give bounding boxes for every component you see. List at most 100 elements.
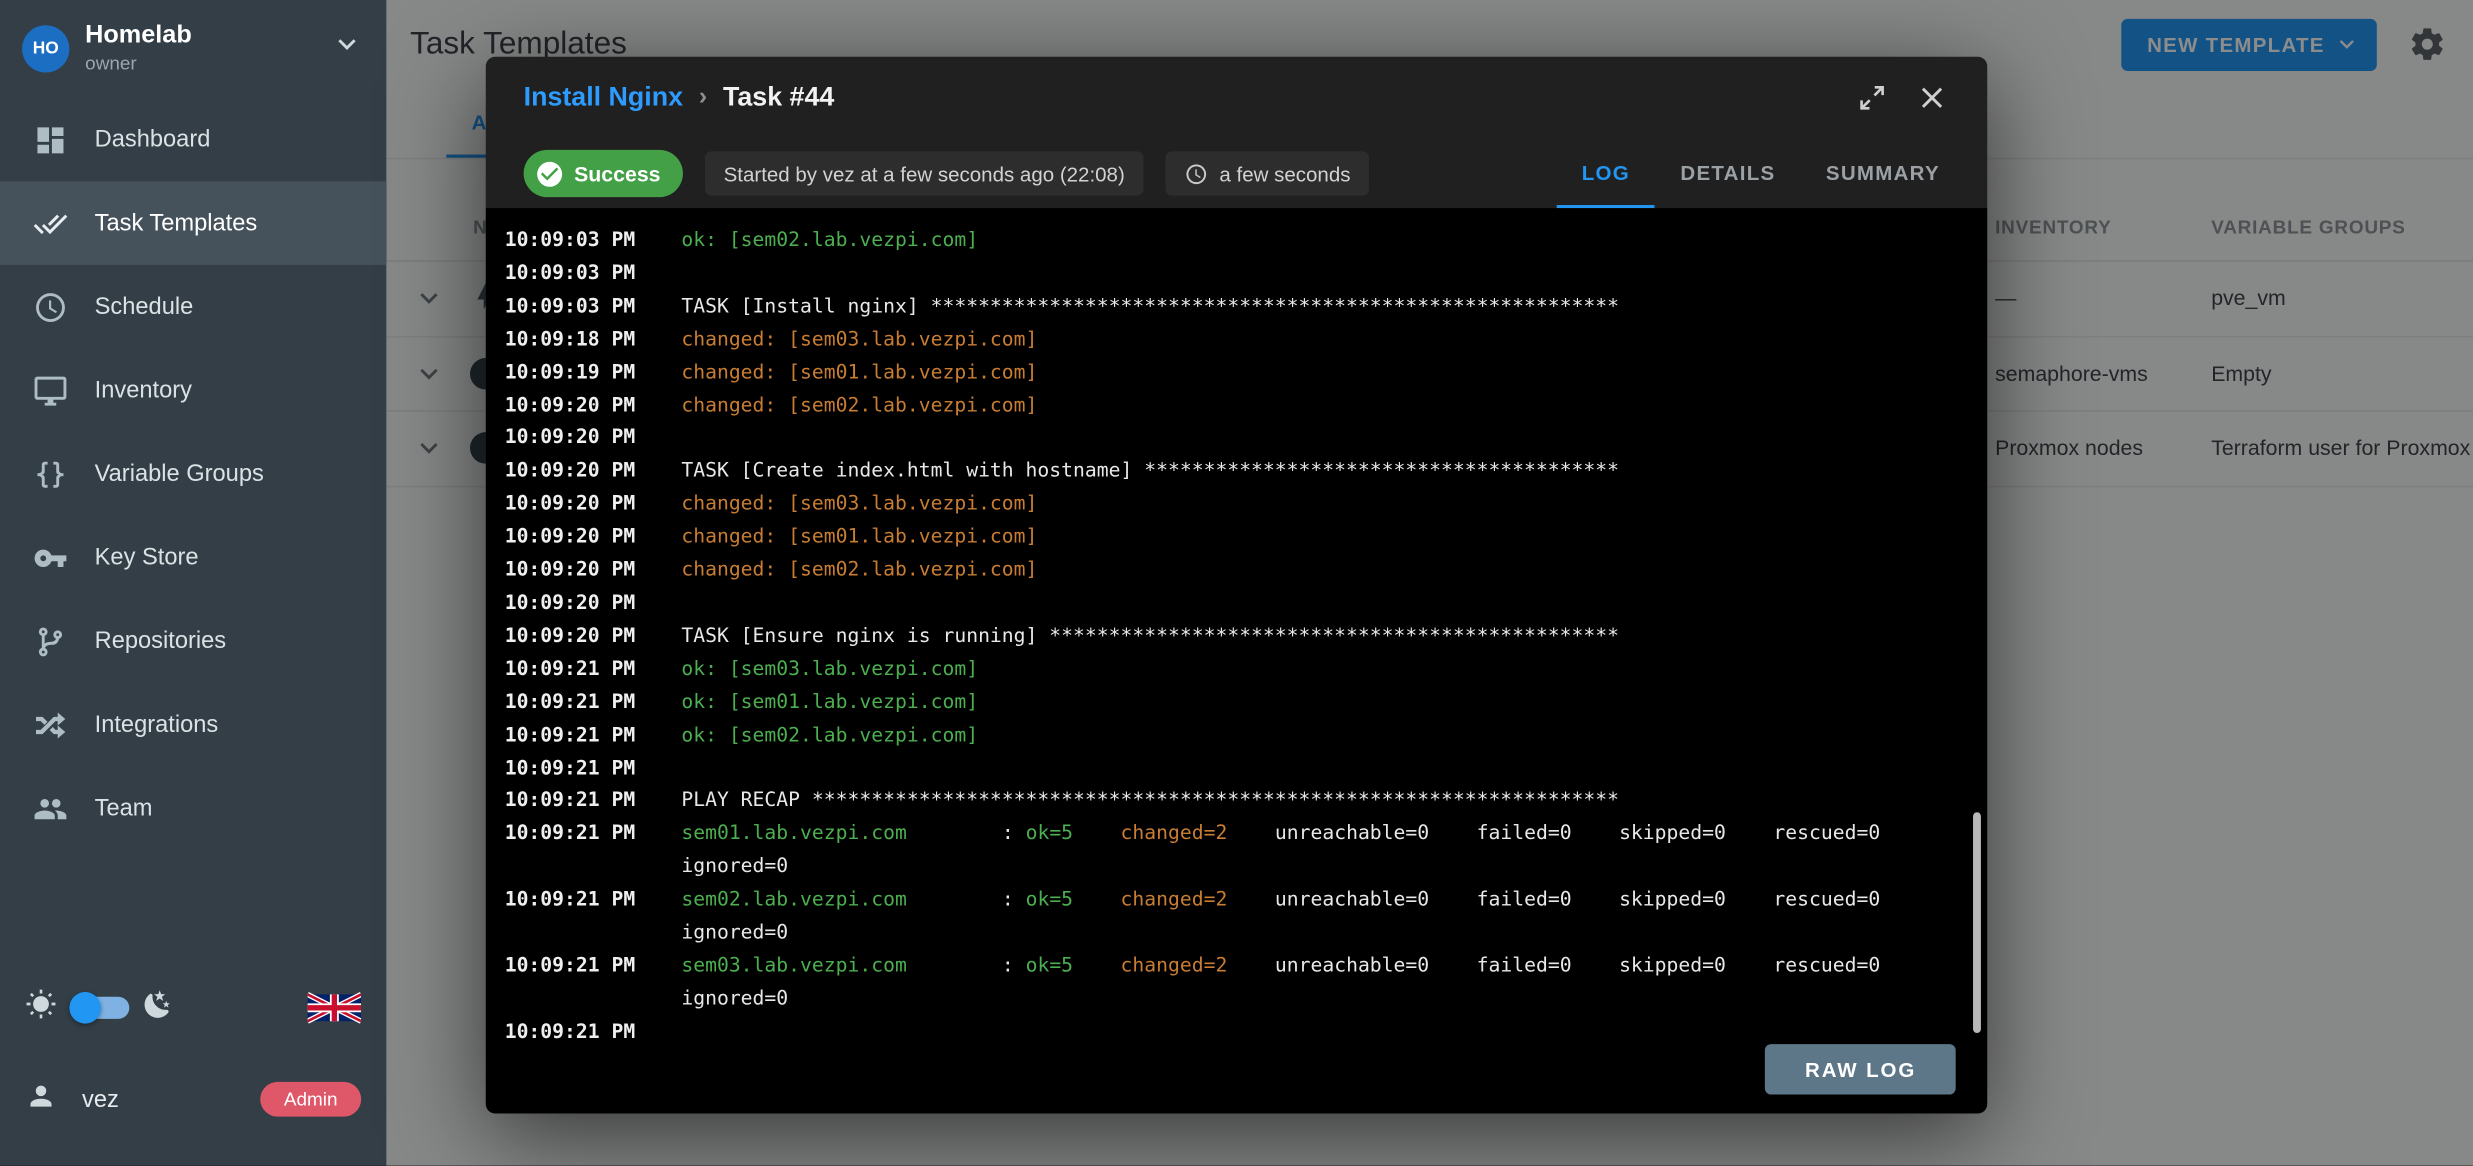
expand-button[interactable] xyxy=(1842,68,1902,128)
close-icon xyxy=(1915,80,1950,115)
app-root: HO Homelab owner Dashboard Task Templates… xyxy=(0,0,2473,1166)
log-timestamp: 10:09:20 PM xyxy=(505,620,663,653)
workspace-switcher[interactable]: HO Homelab owner xyxy=(0,0,386,91)
integrations-icon xyxy=(33,707,68,742)
language-flag-uk[interactable] xyxy=(308,989,362,1027)
log-timestamp: 10:09:20 PM xyxy=(505,587,663,620)
breadcrumb-task: Task #44 xyxy=(723,82,834,114)
log-line: 10:09:21 PMok: [sem02.lab.vezpi.com] xyxy=(505,719,1965,752)
log-timestamp: 10:09:21 PM xyxy=(505,653,663,686)
sidebar-item-label: Task Templates xyxy=(95,210,258,237)
close-button[interactable] xyxy=(1902,68,1962,128)
chevron-down-icon xyxy=(330,27,365,70)
log-line: ignored=0 xyxy=(505,916,1965,949)
breadcrumb-template-link[interactable]: Install Nginx xyxy=(524,82,683,114)
started-by-text: Started by vez at a few seconds ago (22:… xyxy=(724,162,1125,186)
inventory-icon xyxy=(33,373,68,408)
log-message: PLAY RECAP *****************************… xyxy=(662,784,1619,817)
sidebar-item-repositories[interactable]: Repositories xyxy=(0,599,386,683)
sidebar-nav: Dashboard Task Templates Schedule Inventory… xyxy=(0,98,386,850)
log-message: changed: [sem03.lab.vezpi.com] xyxy=(662,488,1037,521)
log-timestamp: 10:09:21 PM xyxy=(505,686,663,719)
log-message: ignored=0 xyxy=(662,850,788,883)
log-message xyxy=(662,257,681,290)
sidebar-item-task-templates[interactable]: Task Templates xyxy=(0,181,386,265)
log-timestamp: 10:09:20 PM xyxy=(505,455,663,488)
repositories-icon xyxy=(33,624,68,659)
log-timestamp: 10:09:21 PM xyxy=(505,784,663,817)
log-line: 10:09:20 PM xyxy=(505,422,1965,455)
log-line: 10:09:18 PMchanged: [sem03.lab.vezpi.com… xyxy=(505,323,1965,356)
log-message: ignored=0 xyxy=(662,982,788,1015)
task-status-row: Success Started by vez at a few seconds … xyxy=(486,139,1987,208)
log-message: changed: [sem01.lab.vezpi.com] xyxy=(662,521,1037,554)
admin-badge: Admin xyxy=(260,1082,361,1117)
log-line: 10:09:20 PMchanged: [sem02.lab.vezpi.com… xyxy=(505,389,1965,422)
log-timestamp: 10:09:18 PM xyxy=(505,323,663,356)
log-message: TASK [Ensure nginx is running] *********… xyxy=(662,620,1619,653)
log-line: 10:09:21 PMPLAY RECAP ******************… xyxy=(505,784,1965,817)
log-line: 10:09:03 PMok: [sem02.lab.vezpi.com] xyxy=(505,224,1965,257)
log-timestamp: 10:09:21 PM xyxy=(505,1015,663,1048)
log-output: 10:09:03 PMok: [sem02.lab.vezpi.com] 10:0… xyxy=(486,208,1987,1113)
check-circle-icon xyxy=(535,159,565,189)
log-line: 10:09:03 PMTASK [Install nginx] ********… xyxy=(505,290,1965,323)
sidebar-item-inventory[interactable]: Inventory xyxy=(0,349,386,433)
moon-icon xyxy=(142,988,174,1027)
log-message xyxy=(662,422,681,455)
sidebar-item-key-store[interactable]: Key Store xyxy=(0,516,386,600)
sidebar-footer: vez Admin xyxy=(0,967,386,1166)
started-by-chip: Started by vez at a few seconds ago (22:… xyxy=(705,151,1144,195)
user-menu[interactable]: vez Admin xyxy=(0,1049,386,1159)
sidebar-item-schedule[interactable]: Schedule xyxy=(0,265,386,349)
log-timestamp xyxy=(505,850,663,883)
log-timestamp: 10:09:21 PM xyxy=(505,949,663,982)
task-dialog-header: Install Nginx › Task #44 xyxy=(486,57,1987,139)
sidebar-item-label: Inventory xyxy=(95,377,192,404)
log-timestamp xyxy=(505,982,663,1015)
log-timestamp: 10:09:20 PM xyxy=(505,488,663,521)
log-line: 10:09:21 PMsem03.lab.vezpi.com : ok=5 ch… xyxy=(505,949,1965,982)
sidebar-item-team[interactable]: Team xyxy=(0,767,386,851)
log-line: 10:09:21 PM xyxy=(505,1015,1965,1048)
workspace-avatar: HO xyxy=(22,24,69,71)
variable-groups-icon xyxy=(33,457,68,492)
duration-chip: a few seconds xyxy=(1166,151,1370,195)
log-line: ignored=0 xyxy=(505,982,1965,1015)
log-scrollbar[interactable] xyxy=(1973,812,1981,1033)
sidebar-item-variable-groups[interactable]: Variable Groups xyxy=(0,432,386,516)
log-line: 10:09:21 PMsem02.lab.vezpi.com : ok=5 ch… xyxy=(505,883,1965,916)
dashboard-icon xyxy=(33,122,68,157)
task-dialog: Install Nginx › Task #44 Success Started… xyxy=(486,57,1987,1114)
modal-tab-details[interactable]: DETAILS xyxy=(1655,139,1800,208)
log-timestamp: 10:09:03 PM xyxy=(505,290,663,323)
sidebar: HO Homelab owner Dashboard Task Templates… xyxy=(0,0,386,1166)
log-lines: 10:09:03 PMok: [sem02.lab.vezpi.com] 10:0… xyxy=(505,224,1965,1048)
log-message: sem02.lab.vezpi.com : ok=5 changed=2 unr… xyxy=(662,883,1880,916)
log-message: sem01.lab.vezpi.com : ok=5 changed=2 unr… xyxy=(662,817,1880,850)
log-timestamp: 10:09:20 PM xyxy=(505,389,663,422)
log-timestamp: 10:09:20 PM xyxy=(505,521,663,554)
log-line: 10:09:20 PMTASK [Ensure nginx is running… xyxy=(505,620,1965,653)
log-message: ok: [sem03.lab.vezpi.com] xyxy=(662,653,978,686)
sidebar-item-integrations[interactable]: Integrations xyxy=(0,683,386,767)
log-timestamp: 10:09:20 PM xyxy=(505,422,663,455)
breadcrumb-separator: › xyxy=(699,84,707,112)
log-timestamp: 10:09:21 PM xyxy=(505,752,663,785)
log-line: 10:09:21 PMok: [sem03.lab.vezpi.com] xyxy=(505,653,1965,686)
log-line: 10:09:19 PMchanged: [sem01.lab.vezpi.com… xyxy=(505,356,1965,389)
clock-icon xyxy=(1185,162,1209,186)
sidebar-item-dashboard[interactable]: Dashboard xyxy=(0,98,386,182)
sidebar-item-label: Repositories xyxy=(95,628,226,655)
sidebar-item-label: Key Store xyxy=(95,544,199,571)
log-line: 10:09:20 PM xyxy=(505,587,1965,620)
log-message: sem03.lab.vezpi.com : ok=5 changed=2 unr… xyxy=(662,949,1880,982)
theme-toggle[interactable] xyxy=(73,997,130,1019)
modal-tab-summary[interactable]: SUMMARY xyxy=(1801,139,1965,208)
log-message: changed: [sem01.lab.vezpi.com] xyxy=(662,356,1037,389)
raw-log-button[interactable]: RAW LOG xyxy=(1766,1044,1956,1094)
log-message: changed: [sem02.lab.vezpi.com] xyxy=(662,554,1037,587)
workspace-name: Homelab xyxy=(85,21,192,53)
sidebar-item-label: Dashboard xyxy=(95,126,211,153)
modal-tab-log[interactable]: LOG xyxy=(1556,139,1655,208)
